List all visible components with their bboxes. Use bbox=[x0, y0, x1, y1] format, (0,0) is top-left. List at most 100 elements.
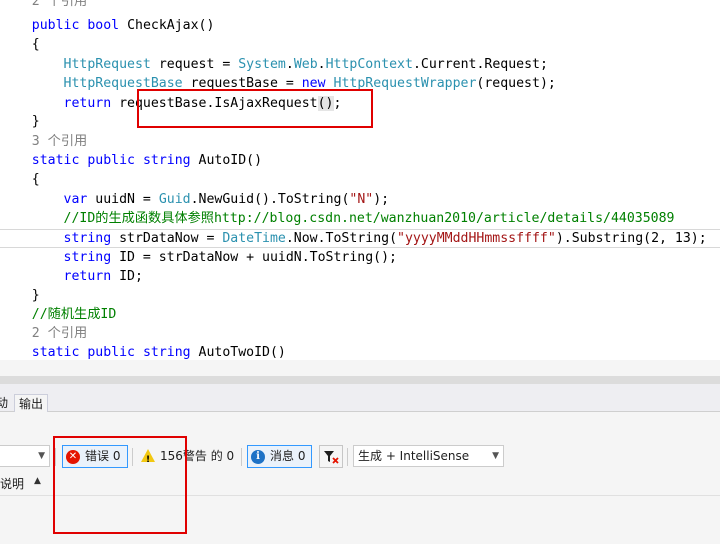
code-token: .Current.Request; bbox=[412, 57, 548, 72]
tab-partial-left[interactable]: 动 bbox=[0, 394, 8, 412]
messages-filter-button[interactable]: i 消息 0 bbox=[247, 445, 312, 468]
panel-tabstrip: 动 输出 bbox=[0, 384, 720, 412]
code-token: .Now.ToString( bbox=[285, 231, 398, 246]
info-icon: i bbox=[251, 449, 265, 464]
toolbar-separator bbox=[55, 448, 56, 466]
toolbar-separator bbox=[347, 448, 348, 466]
horizontal-scrollbar[interactable] bbox=[0, 376, 720, 384]
code-editor[interactable]: 2 个引用 public bool CheckAjax() { HttpRequ… bbox=[0, 0, 720, 360]
code-line: return requestBase.IsAjaxRequest(); bbox=[0, 94, 720, 113]
code-token: //随机生成ID bbox=[0, 307, 117, 322]
code-token: } bbox=[0, 288, 40, 303]
code-token: ID; bbox=[111, 269, 143, 284]
code-token: ); bbox=[373, 192, 390, 207]
code-token: "N" bbox=[349, 192, 374, 207]
error-list-header: 说明 ▲ bbox=[0, 472, 720, 496]
errors-filter-button[interactable]: ✕ 错误 0 bbox=[62, 445, 128, 468]
code-token: //ID的生成函数具体参照http://blog.csdn.net/wanzhu… bbox=[63, 211, 675, 226]
filter-icon bbox=[324, 450, 339, 464]
code-token: HttpRequestWrapper bbox=[333, 76, 477, 91]
code-token: . bbox=[285, 57, 294, 72]
code-token: { bbox=[0, 172, 40, 187]
code-token: (request); bbox=[476, 76, 556, 91]
code-token: public bbox=[31, 18, 80, 33]
code-token: public bbox=[87, 153, 135, 168]
code-token: DateTime bbox=[222, 231, 286, 246]
code-line: string ID = strDataNow + uuidN.ToString(… bbox=[0, 248, 720, 267]
code-token: string bbox=[142, 345, 191, 360]
code-token: ID = strDataNow + uuidN.ToString(); bbox=[111, 250, 397, 265]
code-line: return ID; bbox=[0, 267, 720, 286]
code-token: 2 个引用 bbox=[0, 326, 88, 341]
code-token: CheckAjax() bbox=[119, 18, 215, 33]
code-token: requestBase.IsAjaxRequest bbox=[111, 96, 318, 111]
tab-output[interactable]: 输出 bbox=[14, 394, 49, 412]
code-token: var bbox=[63, 192, 88, 207]
code-token: .NewGuid().ToString( bbox=[190, 192, 350, 207]
code-token: return bbox=[63, 96, 112, 111]
build-intellisense-dropdown[interactable]: 生成 + IntelliSense ▼ bbox=[353, 445, 504, 467]
code-line: string strDataNow = DateTime.Now.ToStrin… bbox=[0, 229, 720, 248]
code-token: static bbox=[31, 345, 80, 360]
code-token: AutoTwoID() bbox=[190, 345, 286, 360]
code-line: var uuidN = Guid.NewGuid().ToString("N")… bbox=[0, 190, 720, 209]
code-token: new bbox=[301, 76, 326, 91]
code-token: requestBase = bbox=[182, 76, 302, 91]
code-line: 2 个引用 bbox=[0, 324, 720, 343]
code-token: { bbox=[0, 37, 40, 52]
clear-filter-button[interactable] bbox=[319, 445, 343, 468]
code-line: 3 个引用 bbox=[0, 132, 720, 151]
sort-ascending-icon[interactable]: ▲ bbox=[34, 476, 41, 486]
code-token: ; bbox=[333, 96, 342, 111]
code-token: HttpRequest bbox=[63, 57, 151, 72]
code-line: HttpRequestBase requestBase = new HttpRe… bbox=[0, 74, 720, 93]
code-line: { bbox=[0, 35, 720, 54]
chevron-down-icon: ▼ bbox=[38, 451, 45, 461]
error-icon: ✕ bbox=[66, 449, 80, 464]
build-filter-value: 生成 + IntelliSense bbox=[358, 449, 470, 463]
code-token: System bbox=[238, 57, 286, 72]
warning-icon bbox=[141, 448, 155, 471]
code-token: 2 个引用 bbox=[0, 0, 88, 9]
code-token: string bbox=[63, 231, 112, 246]
code-line: public bool CheckAjax() bbox=[0, 16, 720, 35]
code-token: string bbox=[63, 250, 112, 265]
code-token: strDataNow = bbox=[111, 231, 223, 246]
toolbar-separator bbox=[241, 448, 242, 466]
code-token: bool bbox=[87, 18, 120, 33]
code-token: AutoID() bbox=[190, 153, 263, 168]
column-description-header[interactable]: 说明 bbox=[0, 475, 24, 492]
error-list-toolbar: ▼ ✕ 错误 0 156警告 的 0 i 消息 0 生成 + IntelliSens… bbox=[0, 442, 720, 472]
code-line: { bbox=[0, 170, 720, 189]
code-token: HttpRequestBase bbox=[63, 76, 183, 91]
code-token: static bbox=[31, 153, 80, 168]
code-token: 3 个引用 bbox=[0, 134, 88, 149]
code-line: } bbox=[0, 286, 720, 305]
warnings-filter-button[interactable]: 156警告 的 0 bbox=[137, 445, 237, 471]
code-line: } bbox=[0, 112, 720, 131]
code-line: 2 个引用 bbox=[0, 0, 720, 11]
code-token: "yyyyMMddHHmmssffff" bbox=[397, 231, 556, 246]
editor-bottom-gap bbox=[0, 360, 720, 376]
code-token: string bbox=[142, 153, 191, 168]
scope-dropdown[interactable]: ▼ bbox=[0, 445, 50, 467]
code-line: //随机生成ID bbox=[0, 305, 720, 324]
code-token: Guid bbox=[158, 192, 191, 207]
messages-label: 消息 0 bbox=[270, 449, 306, 463]
code-line: HttpRequest request = System.Web.HttpCon… bbox=[0, 55, 720, 74]
code-token: Web bbox=[293, 57, 318, 72]
warnings-label: 156警告 的 0 bbox=[160, 449, 235, 463]
toolbar-separator bbox=[132, 448, 133, 466]
code-token: } bbox=[0, 114, 40, 129]
code-line: static public string AutoTwoID() bbox=[0, 343, 720, 360]
